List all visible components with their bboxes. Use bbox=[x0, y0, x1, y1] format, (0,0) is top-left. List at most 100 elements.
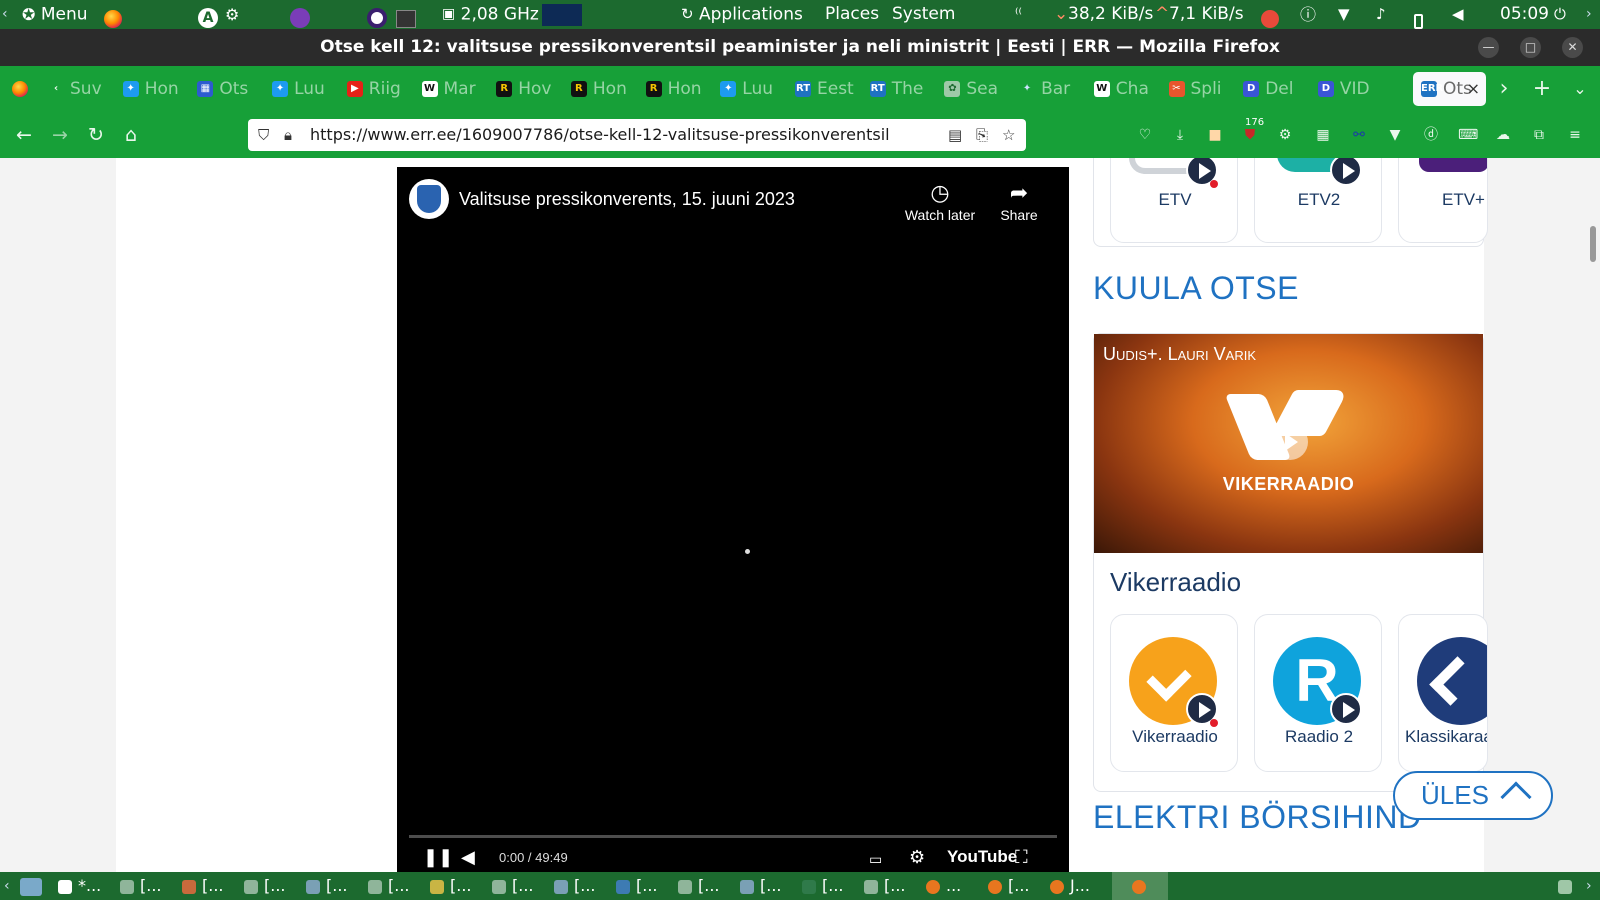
taskbar-item[interactable]: *... bbox=[58, 872, 101, 900]
back-button[interactable]: ← bbox=[9, 112, 39, 158]
system-menu[interactable]: System bbox=[892, 0, 955, 29]
link-extension-icon[interactable]: ⚯ bbox=[1350, 126, 1368, 144]
settings-gear-icon[interactable]: ⚙ bbox=[909, 847, 925, 868]
tv-card-etv[interactable]: ETV bbox=[1110, 158, 1238, 243]
share-button[interactable]: ➦ Share bbox=[974, 179, 1064, 223]
cloud-extension-icon[interactable]: ☁ bbox=[1494, 126, 1512, 144]
tab[interactable]: D VID bbox=[1317, 72, 1390, 106]
tab[interactable]: W Mar bbox=[421, 72, 494, 106]
id-extension-icon[interactable]: ⓓ bbox=[1422, 126, 1440, 144]
clock[interactable]: 05:09 bbox=[1500, 0, 1549, 29]
volume-tray[interactable]: ◀ bbox=[1452, 0, 1464, 29]
youtube-logo[interactable]: YouTube bbox=[947, 847, 1017, 867]
home-button[interactable]: ⌂ bbox=[116, 112, 146, 158]
video-player[interactable]: Valitsuse pressikonverents, 15. juuni 20… bbox=[397, 167, 1069, 872]
tab[interactable]: RT The bbox=[869, 72, 942, 106]
channel-avatar[interactable] bbox=[409, 179, 449, 219]
taskbar-item[interactable]: [... bbox=[554, 872, 596, 900]
volume-icon[interactable]: ◀︎ bbox=[461, 847, 475, 868]
taskbar-item[interactable]: [... bbox=[182, 872, 224, 900]
radio-banner[interactable]: Uudis+. Lauri Varik VIKERRAADIO bbox=[1094, 334, 1483, 553]
progress-bar[interactable] bbox=[409, 835, 1057, 838]
taskbar-item[interactable]: [... bbox=[306, 872, 348, 900]
pause-icon[interactable]: ❚❚ bbox=[423, 847, 453, 868]
cpu-freq-applet[interactable]: ▣ 2,08 GHz bbox=[442, 0, 539, 29]
tab[interactable]: R Hon bbox=[570, 72, 643, 106]
tab[interactable]: ‹ Suv bbox=[48, 72, 120, 106]
taskbar-item[interactable]: [... bbox=[492, 872, 534, 900]
tab[interactable]: ✦ Luu bbox=[720, 72, 792, 106]
opera-launcher[interactable] bbox=[367, 4, 387, 28]
reader-view-icon[interactable]: ▤ bbox=[948, 119, 962, 151]
new-tab-button[interactable]: + bbox=[1530, 72, 1554, 106]
ublock-icon[interactable]: ⛊ bbox=[1241, 126, 1259, 144]
taskbar-item[interactable]: [... bbox=[802, 872, 844, 900]
tab[interactable]: ✦ Hon bbox=[122, 72, 195, 106]
shield-icon[interactable]: ⛉ bbox=[258, 119, 269, 151]
banner-play-icon[interactable] bbox=[1272, 424, 1308, 460]
calendar-tray[interactable] bbox=[1261, 5, 1279, 28]
list-all-tabs-icon[interactable]: ⌄ bbox=[1568, 72, 1592, 106]
tab[interactable]: ▶ Riig bbox=[346, 72, 419, 106]
firefox-launcher[interactable] bbox=[104, 5, 122, 28]
info-tray[interactable]: ⓘ bbox=[1300, 0, 1316, 29]
url-text[interactable]: https://www.err.ee/1609007786/otse-kell-… bbox=[310, 119, 975, 151]
radio-card-vikerraadio[interactable]: Vikerraadio bbox=[1110, 614, 1238, 772]
filter-extension-icon[interactable]: ▼ bbox=[1386, 126, 1404, 144]
fullscreen-icon[interactable]: ⛶ bbox=[1015, 847, 1028, 868]
taskbar-item[interactable]: [... bbox=[244, 872, 286, 900]
taskbar-item[interactable]: [... bbox=[120, 872, 162, 900]
tab[interactable]: W Cha bbox=[1093, 72, 1166, 106]
translate-icon[interactable]: ⎘ bbox=[976, 119, 988, 151]
applications-menu[interactable]: ↻ Applications bbox=[681, 0, 803, 29]
battery-tray[interactable] bbox=[1414, 7, 1423, 29]
url-bar[interactable]: ⛉ 🔒︎ https://www.err.ee/1609007786/otse-… bbox=[248, 119, 1026, 151]
downloads-icon[interactable]: ⤓ bbox=[1171, 126, 1189, 144]
wifi-tray[interactable]: ▼ bbox=[1338, 0, 1350, 29]
captions-icon[interactable]: ▭ bbox=[869, 851, 882, 868]
extensions-puzzle-icon[interactable]: ⧉ bbox=[1530, 126, 1548, 144]
extension-gear-icon[interactable]: ⚙ bbox=[1276, 126, 1294, 144]
terminal-launcher[interactable] bbox=[396, 5, 416, 28]
extension-box-icon[interactable]: ■ bbox=[1206, 126, 1224, 144]
taskbar-scroll-left-icon[interactable]: ‹ bbox=[4, 872, 10, 900]
lock-icon[interactable]: 🔒︎ bbox=[284, 119, 292, 151]
tab[interactable]: ✂ Spli bbox=[1168, 72, 1241, 106]
notifications-tray[interactable]: ♪ bbox=[1376, 0, 1386, 29]
gears-launcher[interactable]: ⚙ bbox=[225, 0, 239, 29]
tab[interactable]: ▦ Ots bbox=[197, 72, 269, 106]
watch-later-button[interactable]: ◷ Watch later bbox=[895, 179, 985, 223]
tab-scroll-right-icon[interactable]: › bbox=[1494, 72, 1514, 106]
page-scrollbar-thumb[interactable] bbox=[1590, 226, 1596, 262]
app-launcher-a[interactable]: A bbox=[198, 4, 218, 28]
tab[interactable]: ✦ Bar bbox=[1019, 72, 1091, 106]
tv-card-etvplus[interactable]: ETV+ bbox=[1398, 158, 1488, 243]
taskbar-item[interactable]: [... bbox=[988, 872, 1030, 900]
tab[interactable]: D Del bbox=[1243, 72, 1315, 106]
radio-card-klassikaraadio[interactable]: Klassikaraadio bbox=[1398, 614, 1488, 772]
tab-active[interactable]: ERROts × bbox=[1413, 72, 1486, 106]
tab[interactable]: ✿ Sea bbox=[944, 72, 1016, 106]
tab[interactable]: RT Eest bbox=[795, 72, 867, 106]
calendar-extension-icon[interactable]: ▦ bbox=[1314, 126, 1332, 144]
hamburger-menu-icon[interactable]: ≡ bbox=[1566, 126, 1584, 144]
panel-scroll-right-icon[interactable]: › bbox=[1586, 0, 1592, 29]
taskbar-item[interactable]: [... bbox=[740, 872, 782, 900]
close-window-button[interactable]: ✕ bbox=[1562, 37, 1583, 58]
radio-card-raadio2[interactable]: R Raadio 2 bbox=[1254, 614, 1382, 772]
reload-button[interactable]: ↻ bbox=[81, 112, 111, 158]
taskbar-item[interactable]: ... bbox=[926, 872, 961, 900]
taskbar-item[interactable]: [... bbox=[430, 872, 472, 900]
back-to-top-button[interactable]: ÜLES bbox=[1393, 771, 1553, 820]
trash-icon[interactable] bbox=[1558, 872, 1578, 900]
taskbar-item[interactable]: J... bbox=[1050, 872, 1090, 900]
menu-button[interactable]: ✪ Menu bbox=[22, 0, 88, 29]
taskbar-item[interactable]: [... bbox=[616, 872, 658, 900]
tab-close-icon[interactable]: × bbox=[1467, 72, 1480, 106]
show-desktop-button[interactable] bbox=[20, 872, 48, 900]
panel-scroll-left-icon[interactable]: ‹ bbox=[2, 0, 8, 29]
maximize-button[interactable]: □ bbox=[1520, 37, 1541, 58]
tv-card-etv2[interactable]: etv ETV2 bbox=[1254, 158, 1382, 243]
forward-button[interactable]: → bbox=[45, 112, 75, 158]
taskbar-item[interactable]: [... bbox=[368, 872, 410, 900]
